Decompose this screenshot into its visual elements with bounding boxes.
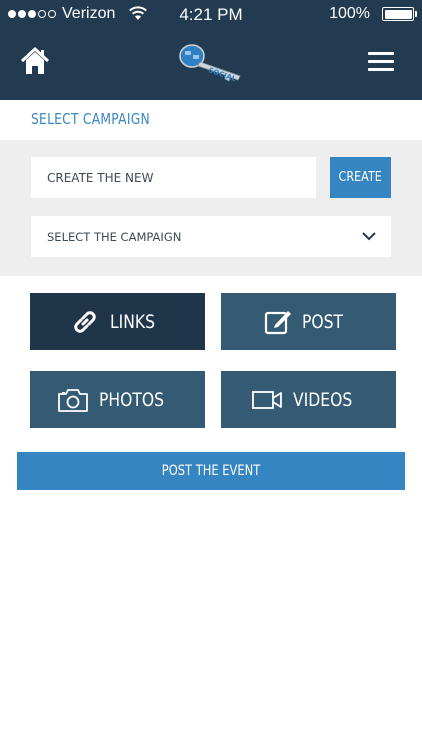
campaign-panel: CREATE SELECT THE CAMPAIGN (0, 140, 422, 276)
links-label: LINKS (110, 310, 156, 333)
battery-percentage: 100% (329, 5, 370, 22)
social-key-logo: SOCIAL (179, 44, 241, 83)
post-label: POST (302, 310, 344, 333)
post-event-button[interactable]: POST THE EVENT (17, 452, 405, 490)
camera-icon (57, 388, 88, 412)
campaign-select-value: SELECT THE CAMPAIGN (47, 229, 182, 244)
post-button[interactable]: POST (221, 293, 396, 350)
home-button[interactable] (20, 46, 50, 76)
top-bar: Verizon 4:21 PM 100% SOCIAL (0, 0, 422, 100)
link-icon (74, 310, 96, 333)
campaign-select[interactable]: SELECT THE CAMPAIGN (31, 216, 391, 257)
edit-icon (265, 310, 292, 334)
video-camera-icon (252, 390, 283, 409)
photos-label: PHOTOS (98, 388, 164, 411)
home-icon (20, 46, 50, 74)
logo-text: SOCIAL (207, 66, 237, 83)
links-button[interactable]: LINKS (30, 293, 205, 350)
create-button[interactable]: CREATE (330, 157, 391, 198)
status-bar: Verizon 4:21 PM 100% (0, 0, 422, 28)
videos-button[interactable]: VIDEOS (221, 371, 396, 428)
battery-icon (382, 7, 417, 21)
videos-label: VIDEOS (293, 388, 353, 411)
menu-button[interactable] (368, 52, 394, 72)
section-title: SELECT CAMPAIGN (31, 110, 150, 128)
create-button-label: CREATE (338, 170, 383, 185)
new-campaign-input[interactable] (31, 157, 316, 198)
post-event-label: POST THE EVENT (161, 463, 261, 479)
photos-button[interactable]: PHOTOS (30, 371, 205, 428)
chevron-down-icon (362, 232, 376, 241)
